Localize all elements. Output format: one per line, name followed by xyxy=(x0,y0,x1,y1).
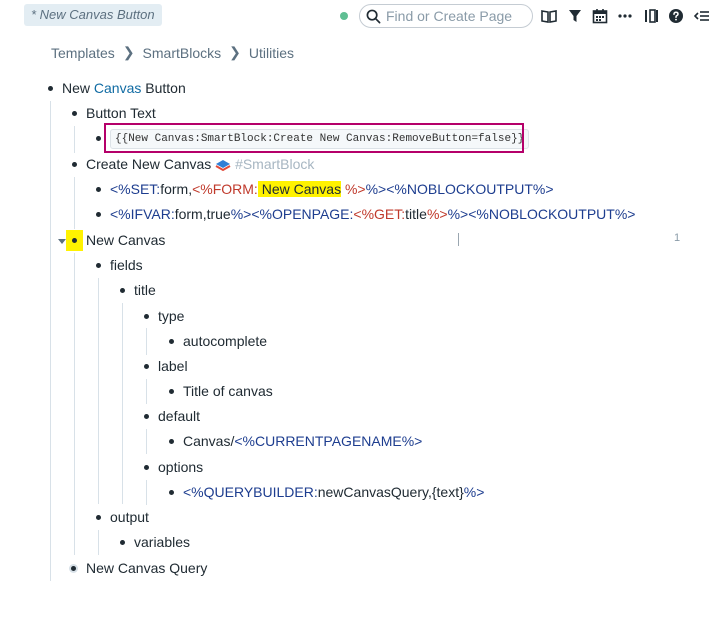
page-tab[interactable]: * New Canvas Button xyxy=(24,4,162,26)
block-autocomplete[interactable]: autocomplete xyxy=(183,329,267,353)
block-bullet[interactable] xyxy=(144,314,149,319)
block-bullet[interactable] xyxy=(96,515,101,520)
block-label[interactable]: label xyxy=(158,354,188,378)
sync-status-dot xyxy=(340,12,348,20)
indent-guide xyxy=(74,253,75,555)
indent-guide xyxy=(146,480,147,505)
block-default-value[interactable]: Canvas/<%CURRENTPAGENAME%> xyxy=(183,429,422,453)
indent-guide xyxy=(122,303,123,504)
search-input[interactable]: Find or Create Page xyxy=(359,4,533,28)
collapse-caret-icon[interactable] xyxy=(58,239,66,244)
block-bullet[interactable] xyxy=(96,263,101,268)
indent-guide xyxy=(74,177,75,229)
indent-guide xyxy=(74,126,75,153)
block-title-of-canvas[interactable]: Title of canvas xyxy=(183,379,273,403)
block-bullet[interactable] xyxy=(96,136,101,141)
search-icon xyxy=(366,9,381,23)
indent-guide xyxy=(98,278,99,504)
block-bullet[interactable] xyxy=(72,162,77,167)
block-bullet[interactable] xyxy=(169,490,174,495)
block-create-new-canvas[interactable]: Create New Canvas #SmartBlock xyxy=(86,152,314,176)
filter-icon[interactable] xyxy=(567,8,583,24)
indent-guide xyxy=(146,328,147,355)
block-bullet[interactable] xyxy=(120,540,125,545)
block-set-form[interactable]: <%SET:form,<%FORM: New Canvas %>%><%NOBL… xyxy=(110,177,554,201)
text-cursor xyxy=(458,233,459,246)
smartblock-icon xyxy=(215,160,231,172)
page-link[interactable]: Canvas xyxy=(94,80,141,96)
block-bullet[interactable] xyxy=(144,414,149,419)
block-bullet[interactable] xyxy=(169,339,174,344)
block-bullet[interactable] xyxy=(48,86,53,91)
reference-count[interactable]: 1 xyxy=(674,232,680,244)
block-bullet[interactable] xyxy=(169,439,174,444)
block-options-value[interactable]: <%QUERYBUILDER:newCanvasQuery,{text}%> xyxy=(183,480,484,504)
sidebar-toggle-icon[interactable] xyxy=(694,8,710,24)
block-new-canvas[interactable]: New Canvas xyxy=(86,228,165,252)
chevron-right-icon: ❯ xyxy=(229,44,241,60)
indent-guide xyxy=(146,429,147,454)
more-icon[interactable] xyxy=(617,8,633,24)
book-icon[interactable] xyxy=(541,8,557,24)
block-variables[interactable]: variables xyxy=(134,530,190,554)
block-button-text[interactable]: Button Text xyxy=(86,101,156,125)
block-type[interactable]: type xyxy=(158,304,184,328)
breadcrumb-item[interactable]: Utilities xyxy=(249,45,294,61)
block-new-canvas-query[interactable]: New Canvas Query xyxy=(86,556,207,580)
indent-guide xyxy=(146,379,147,404)
help-icon[interactable] xyxy=(668,8,684,24)
smartblock-tag[interactable]: #SmartBlock xyxy=(235,156,314,172)
block-output[interactable]: output xyxy=(110,505,149,529)
collapsed-bullet[interactable] xyxy=(69,564,78,573)
block-bullet[interactable] xyxy=(72,111,77,116)
block-new-canvas-button[interactable]: New Canvas Button xyxy=(62,76,186,100)
indent-guide xyxy=(50,101,51,581)
highlight-frame xyxy=(104,123,524,153)
breadcrumb: Templates ❯ SmartBlocks ❯ Utilities xyxy=(51,44,294,61)
block-bullet[interactable] xyxy=(144,465,149,470)
chevron-right-icon: ❯ xyxy=(122,44,135,60)
block-bullet[interactable] xyxy=(144,364,149,369)
block-bullet[interactable] xyxy=(96,212,101,217)
calendar-icon[interactable] xyxy=(592,8,608,24)
block-title[interactable]: title xyxy=(134,278,156,302)
block-bullet[interactable] xyxy=(96,187,101,192)
block-fields[interactable]: fields xyxy=(110,253,143,277)
search-placeholder: Find or Create Page xyxy=(386,8,513,24)
block-bullet[interactable] xyxy=(120,288,125,293)
breadcrumb-item[interactable]: Templates xyxy=(51,45,115,61)
breadcrumb-item[interactable]: SmartBlocks xyxy=(143,45,222,61)
block-bullet[interactable] xyxy=(169,389,174,394)
columns-icon[interactable] xyxy=(643,8,659,24)
block-options[interactable]: options xyxy=(158,455,203,479)
block-ifvar[interactable]: <%IFVAR:form,true%><%OPENPAGE:<%GET:titl… xyxy=(110,202,635,226)
highlighted-text: New Canvas xyxy=(257,181,342,197)
indent-guide xyxy=(98,530,99,555)
block-bullet[interactable] xyxy=(72,238,77,243)
block-default[interactable]: default xyxy=(158,404,200,428)
